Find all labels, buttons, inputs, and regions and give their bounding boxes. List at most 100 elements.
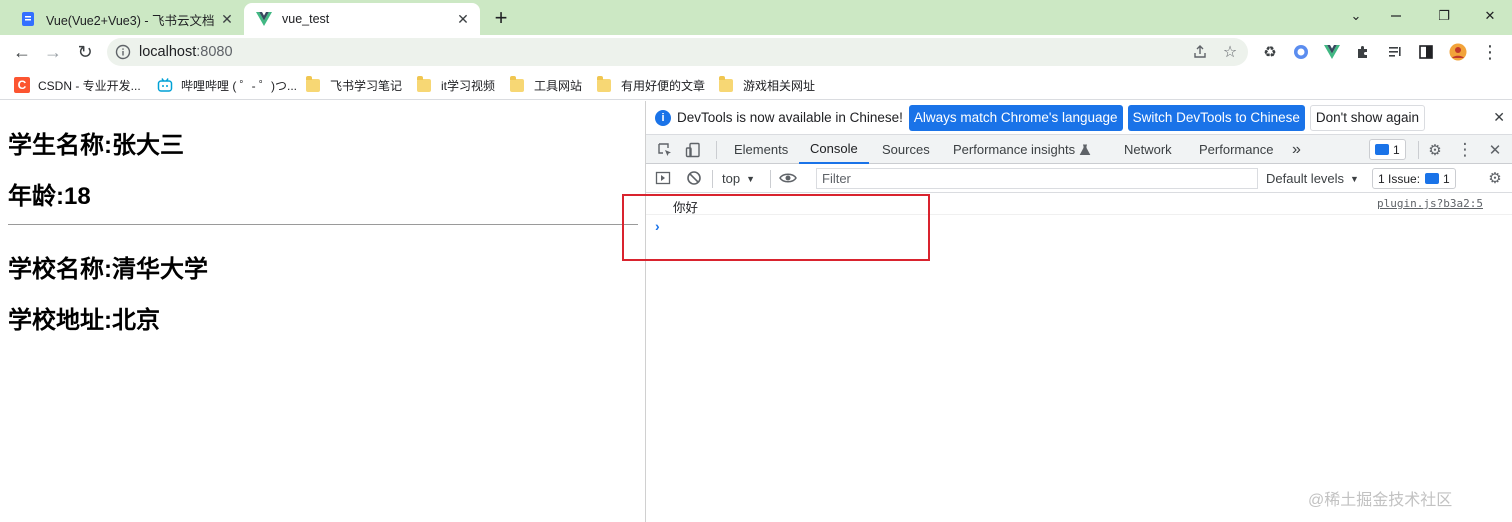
devtools-close-icon[interactable]: ✕ [1485,140,1505,160]
devtools-panel: i DevTools is now available in Chinese! … [645,101,1512,522]
bookmark-label: it学习视频 [441,78,496,93]
tab-sources[interactable]: Sources [882,135,930,164]
message-count: 1 [1393,142,1400,157]
page-viewport: 学生名称:张大三 年龄:18 学校名称:清华大学 学校地址:北京 [0,101,645,522]
forward-button[interactable]: → [41,40,65,64]
tab-title: vue_test [282,12,330,26]
messages-badge[interactable]: 1 [1369,139,1406,160]
bookmark-label: 工具网站 [534,78,583,93]
settings-gear-icon[interactable]: ⚙ [1425,140,1445,160]
levels-label: Default levels [1266,171,1345,186]
device-toolbar-icon[interactable] [683,140,703,160]
devtools-tabbar: Elements Console Sources Performance ins… [646,135,1512,164]
bookmark-star-icon[interactable]: ☆ [1220,42,1240,62]
info-icon: i [655,109,671,126]
devtools-menu-icon[interactable]: ⋮ [1455,140,1475,160]
back-button[interactable]: ← [10,40,34,64]
log-source-link[interactable]: plugin.js?b3a2:5 [1377,197,1483,210]
context-label: top [722,171,741,186]
separator [1418,141,1419,159]
bookmark-bilibili[interactable]: 哔哩哔哩 ( ゜- ゜)つ... [157,75,297,95]
tab-network[interactable]: Network [1124,135,1172,164]
restore-button[interactable]: ❐ [1424,4,1464,28]
age-heading: 年龄:18 [8,183,91,210]
switch-to-chinese-button[interactable]: Switch DevTools to Chinese [1127,104,1305,131]
new-tab-button[interactable]: + [488,6,514,32]
side-panel-icon[interactable] [1416,42,1436,62]
log-levels-dropdown[interactable]: Default levels ▼ [1266,168,1359,189]
menu-kebab-icon[interactable]: ⋮ [1480,42,1500,62]
issue-bubble-icon [1425,173,1440,184]
context-selector[interactable]: top ▼ [722,168,755,189]
watermark: @稀土掘金技术社区 [1308,492,1453,509]
bookmark-label: 游戏相关网址 [743,78,816,93]
tab-vue-test[interactable]: vue_test ✕ [244,3,480,35]
tab-console[interactable]: Console [799,135,869,164]
separator [712,170,713,188]
console-settings-gear-icon[interactable]: ⚙ [1485,168,1505,188]
puzzle-extensions-icon[interactable] [1353,42,1373,62]
address-bar[interactable]: localhost:8080 [107,38,1248,66]
csdn-logo-icon: C [14,77,30,93]
folder-icon [306,75,320,92]
filter-input[interactable]: Filter [816,168,1258,189]
window-close-button[interactable]: ✕ [1470,4,1510,28]
bookmark-label: 哔哩哔哩 ( ゜- ゜)つ... [181,78,297,93]
sidebar-toggle-icon[interactable] [653,168,673,188]
reading-list-icon[interactable] [1385,42,1405,62]
tab-elements[interactable]: Elements [734,135,788,164]
divider [8,224,638,225]
school-address-heading: 学校地址:北京 [8,307,160,334]
minimize-button[interactable] [1376,4,1416,28]
tab-performance-insights[interactable]: Performance insights [953,135,1091,164]
minimize-icon [1391,15,1401,17]
issues-count: 1 [1443,171,1450,186]
folder-icon [719,75,733,92]
recycle-extension-icon[interactable]: ♻ [1260,42,1280,62]
share-icon[interactable] [1190,42,1210,62]
student-name-heading: 学生名称:张大三 [8,132,184,159]
bookmark-folder-feishu-notes[interactable]: 飞书学习笔记 [306,75,402,95]
url-text: localhost:8080 [139,44,233,60]
more-tabs-icon[interactable]: » [1292,135,1301,164]
chevron-down-icon[interactable]: ⌄ [1336,4,1376,28]
console-toolbar: top ▼ Filter Default levels ▼ 1 Issue: 1… [646,164,1512,193]
close-icon[interactable]: ✕ [452,8,474,30]
bookmark-csdn[interactable]: C CSDN - 专业开发... [14,75,141,95]
separator [770,170,771,188]
infobar-message: DevTools is now available in Chinese! [677,110,903,125]
extension-circle-icon[interactable] [1291,42,1311,62]
folder-icon [510,75,524,92]
bookmark-folder-it-videos[interactable]: it学习视频 [417,75,495,95]
school-name-heading: 学校名称:清华大学 [8,256,208,283]
bookmark-folder-game-sites[interactable]: 游戏相关网址 [719,75,815,95]
tab-label: Performance insights [953,142,1076,157]
bookmark-label: 有用好便的文章 [621,78,706,93]
url-port: :8080 [196,44,233,60]
folder-icon [417,75,431,92]
bookmarks-bar: C CSDN - 专业开发... 哔哩哔哩 ( ゜- ゜)つ... 飞书学习笔记… [0,69,1512,100]
clear-console-icon[interactable] [684,168,704,188]
tab-performance[interactable]: Performance [1199,135,1273,164]
red-annotation-box [622,194,930,261]
live-expression-eye-icon[interactable] [778,168,798,188]
tab-strip: Vue(Vue2+Vue3) - 飞书云文档 ✕ vue_test ✕ + ⌄ … [0,0,1512,35]
reload-button[interactable]: ↻ [73,40,97,64]
language-infobar: i DevTools is now available in Chinese! … [646,101,1512,135]
tab-title: Vue(Vue2+Vue3) - 飞书云文档 [46,13,215,28]
bookmark-folder-useful-articles[interactable]: 有用好便的文章 [597,75,705,95]
folder-icon [597,75,611,92]
issues-button[interactable]: 1 Issue: 1 [1372,168,1456,189]
url-host: localhost [139,44,197,60]
dont-show-again-button[interactable]: Don't show again [1309,104,1426,131]
message-bubble-icon [1375,144,1389,155]
close-icon[interactable]: ✕ [216,8,238,30]
always-match-language-button[interactable]: Always match Chrome's language [908,104,1123,131]
vue-devtools-icon[interactable] [1322,42,1342,62]
tab-feishu-doc[interactable]: Vue(Vue2+Vue3) - 飞书云文档 ✕ [8,3,244,35]
inspect-element-icon[interactable] [655,140,675,160]
infobar-close-icon[interactable]: ✕ [1493,109,1505,126]
bookmark-folder-tool-sites[interactable]: 工具网站 [510,75,582,95]
bookmark-label: CSDN - 专业开发... [38,78,141,93]
profile-avatar[interactable] [1448,42,1468,62]
